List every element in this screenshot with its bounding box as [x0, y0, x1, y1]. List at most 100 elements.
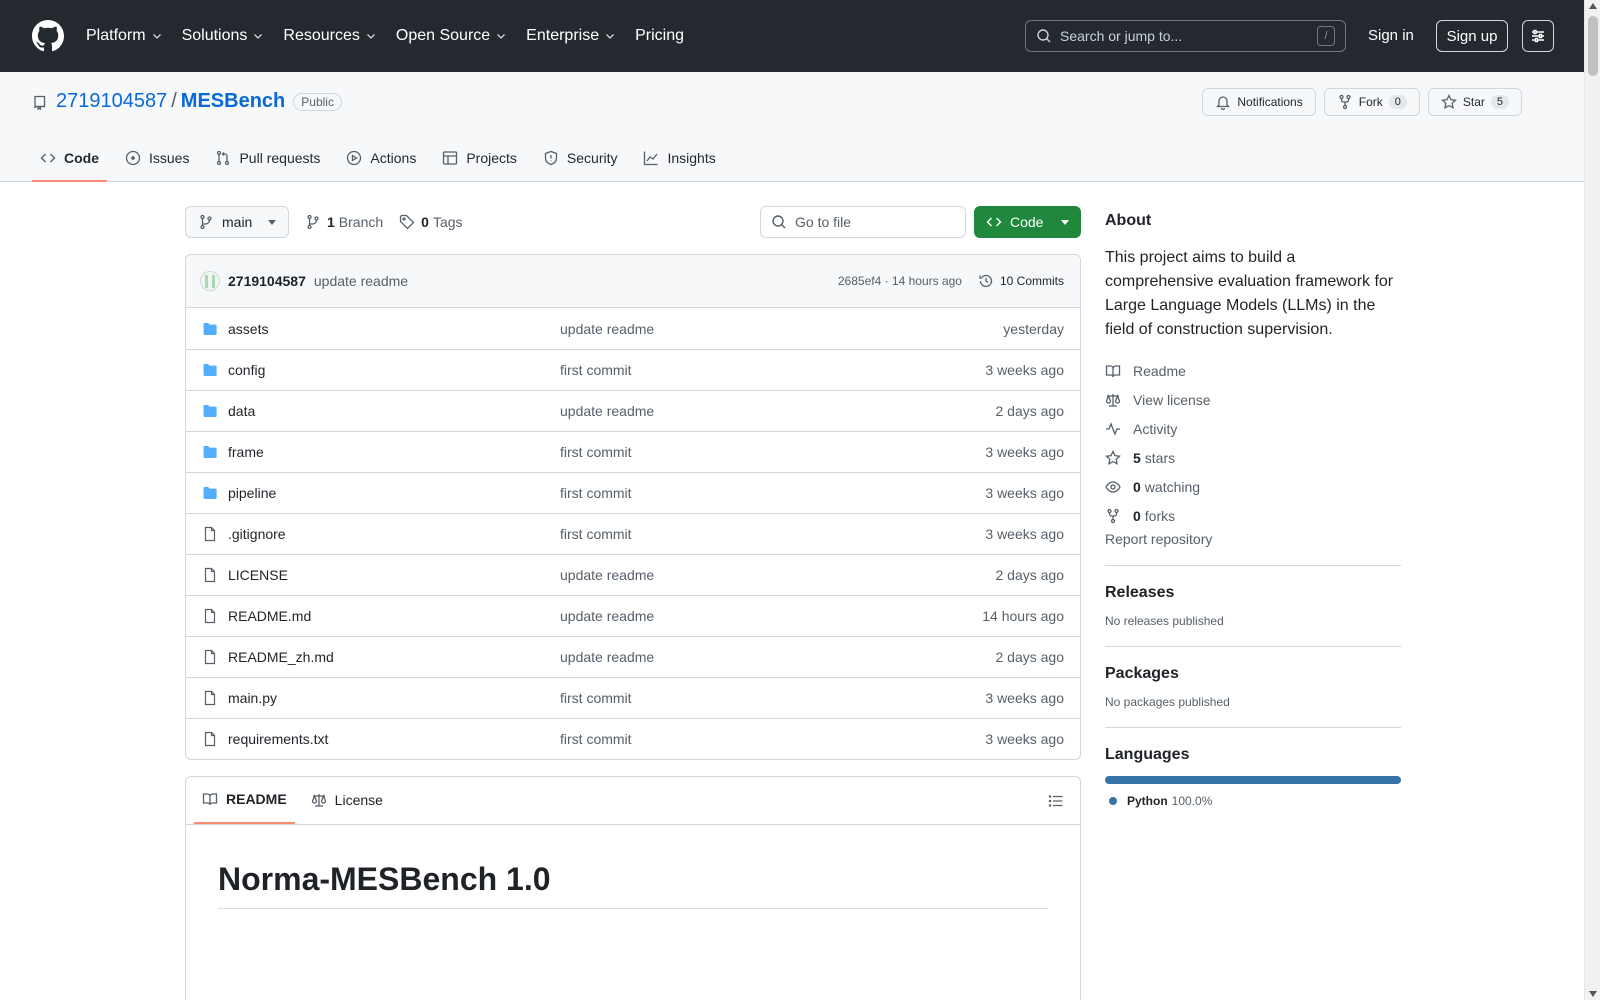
nav-label: Resources — [283, 27, 360, 44]
global-search-input[interactable]: Search or jump to... / — [1025, 20, 1346, 52]
tab-insights[interactable]: Insights — [635, 142, 723, 182]
branches-link[interactable]: 1 Branch — [305, 214, 383, 230]
settings-menu-button[interactable] — [1522, 20, 1554, 52]
commit-author-link[interactable]: 2719104587 — [228, 273, 306, 289]
file-commit-message-link[interactable]: update readme — [560, 321, 654, 337]
file-browser: 2719104587 update readme 2685ef4 · 14 ho… — [185, 254, 1081, 760]
license-link[interactable]: View license — [1105, 385, 1401, 414]
issue-icon — [125, 150, 141, 166]
nav-pricing[interactable]: Pricing — [635, 27, 684, 45]
page-scrollbar[interactable] — [1584, 0, 1600, 1000]
sign-up-button[interactable]: Sign up — [1436, 20, 1508, 52]
branch-name: main — [222, 214, 253, 230]
code-dropdown-button[interactable]: Code — [974, 206, 1081, 238]
readme-link[interactable]: Readme — [1105, 356, 1401, 385]
commits-link[interactable]: 10 Commits — [978, 273, 1064, 289]
folder-icon — [202, 362, 218, 378]
forks-link[interactable]: 0 forks — [1105, 501, 1401, 530]
file-row[interactable]: config first commit 3 weeks ago — [186, 349, 1080, 390]
stars-link[interactable]: 5 stars — [1105, 443, 1401, 472]
file-commit-message-link[interactable]: first commit — [560, 690, 632, 706]
tab-issues[interactable]: Issues — [117, 142, 197, 182]
tab-code[interactable]: Code — [32, 142, 107, 182]
file-name-link[interactable]: main.py — [228, 690, 560, 706]
file-icon — [202, 567, 218, 583]
file-row[interactable]: LICENSE update readme 2 days ago — [186, 554, 1080, 595]
watching-link[interactable]: 0 watching — [1105, 472, 1401, 501]
scrollbar-thumb[interactable] — [1588, 16, 1598, 76]
file-name-link[interactable]: data — [228, 403, 560, 419]
tab-license[interactable]: License — [303, 776, 391, 824]
sign-in-link[interactable]: Sign in — [1368, 27, 1414, 44]
file-name-link[interactable]: LICENSE — [228, 567, 560, 583]
file-name-link[interactable]: pipeline — [228, 485, 560, 501]
file-commit-message-link[interactable]: update readme — [560, 403, 654, 419]
file-name-link[interactable]: requirements.txt — [228, 731, 560, 747]
avatar[interactable] — [200, 271, 220, 291]
main-content: main 1 Branch 0 Tags Go to file Code 271… — [185, 206, 1081, 1000]
folder-icon — [202, 485, 218, 501]
file-name-link[interactable]: README_zh.md — [228, 649, 560, 665]
fork-button[interactable]: Fork 0 — [1323, 88, 1420, 116]
tab-projects[interactable]: Projects — [434, 142, 525, 182]
file-commit-message-link[interactable]: update readme — [560, 608, 654, 624]
report-repository-link[interactable]: Report repository — [1105, 531, 1401, 566]
scroll-down-arrow-icon[interactable] — [1589, 991, 1597, 997]
star-count: 5 — [1490, 95, 1509, 109]
branch-select-button[interactable]: main — [185, 206, 289, 238]
file-row[interactable]: assets update readme yesterday — [186, 308, 1080, 349]
nav-solutions[interactable]: Solutions — [182, 27, 265, 45]
packages-title[interactable]: Packages — [1105, 665, 1401, 683]
file-name-link[interactable]: assets — [228, 321, 560, 337]
star-button[interactable]: Star 5 — [1427, 88, 1522, 116]
file-commit-message-link[interactable]: first commit — [560, 485, 632, 501]
outline-button[interactable] — [1048, 793, 1064, 809]
tab-label: Projects — [466, 150, 517, 166]
file-row[interactable]: README_zh.md update readme 2 days ago — [186, 636, 1080, 677]
file-row[interactable]: main.py first commit 3 weeks ago — [186, 677, 1080, 718]
file-name-link[interactable]: .gitignore — [228, 526, 560, 542]
nav-resources[interactable]: Resources — [283, 27, 376, 45]
file-row[interactable]: requirements.txt first commit 3 weeks ago — [186, 718, 1080, 759]
folder-icon — [202, 321, 218, 337]
tab-readme[interactable]: README — [194, 776, 295, 824]
file-row[interactable]: .gitignore first commit 3 weeks ago — [186, 513, 1080, 554]
tags-link[interactable]: 0 Tags — [399, 214, 463, 230]
go-to-file-input[interactable]: Go to file — [760, 206, 966, 238]
nav-platform[interactable]: Platform — [86, 27, 163, 45]
notifications-label: Notifications — [1237, 95, 1303, 109]
file-commit-message-link[interactable]: first commit — [560, 444, 632, 460]
tab-pull-requests[interactable]: Pull requests — [207, 142, 328, 182]
tab-label: Code — [64, 150, 99, 166]
scroll-up-arrow-icon[interactable] — [1589, 3, 1597, 9]
file-name-link[interactable]: README.md — [228, 608, 560, 624]
file-commit-message-link[interactable]: update readme — [560, 567, 654, 583]
table-icon — [443, 151, 458, 165]
notifications-button[interactable]: Notifications — [1202, 88, 1316, 116]
file-row[interactable]: data update readme 2 days ago — [186, 390, 1080, 431]
language-item[interactable]: Python 100.0% — [1105, 794, 1401, 808]
nav-enterprise[interactable]: Enterprise — [526, 27, 616, 45]
tab-security[interactable]: Security — [535, 142, 626, 182]
tab-label: README — [226, 791, 287, 807]
nav-open-source[interactable]: Open Source — [396, 27, 507, 45]
language-name: Python — [1127, 794, 1168, 808]
commit-hash-time[interactable]: 2685ef4 · 14 hours ago — [838, 274, 962, 288]
file-name-link[interactable]: config — [228, 362, 560, 378]
commit-message-link[interactable]: update readme — [314, 273, 408, 289]
releases-title[interactable]: Releases — [1105, 584, 1401, 602]
file-commit-message-link[interactable]: first commit — [560, 362, 632, 378]
github-logo-icon[interactable] — [32, 20, 64, 52]
file-row[interactable]: README.md update readme 14 hours ago — [186, 595, 1080, 636]
file-commit-message-link[interactable]: first commit — [560, 526, 632, 542]
file-row[interactable]: pipeline first commit 3 weeks ago — [186, 472, 1080, 513]
file-commit-message-link[interactable]: first commit — [560, 731, 632, 747]
activity-link[interactable]: Activity — [1105, 414, 1401, 443]
file-commit-message-link[interactable]: update readme — [560, 649, 654, 665]
chevron-down-icon — [152, 34, 161, 39]
repo-name-link[interactable]: MESBench — [181, 90, 285, 113]
tab-actions[interactable]: Actions — [338, 142, 424, 182]
file-row[interactable]: frame first commit 3 weeks ago — [186, 431, 1080, 472]
file-name-link[interactable]: frame — [228, 444, 560, 460]
repo-owner-link[interactable]: 2719104587 — [56, 90, 167, 113]
